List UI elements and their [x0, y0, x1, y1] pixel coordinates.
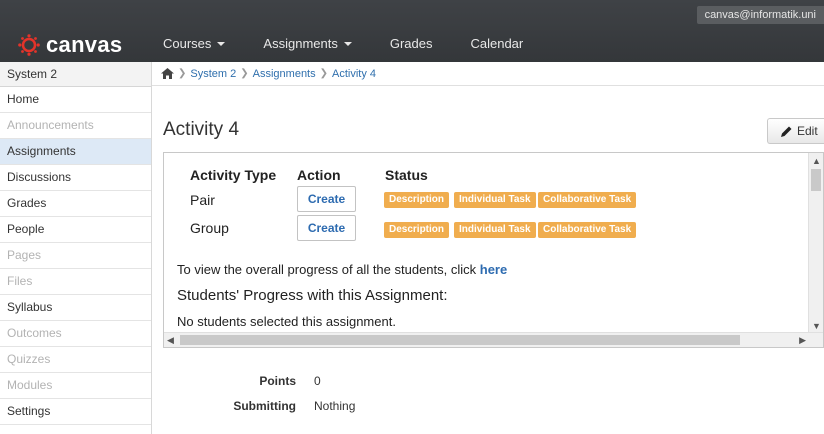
nav-grades[interactable]: Grades	[390, 36, 433, 51]
row-type-pair: Pair	[190, 192, 215, 208]
user-account-link[interactable]: canvas@informatik.uni	[696, 6, 824, 24]
sidebar-item-home[interactable]: Home	[0, 87, 151, 113]
horizontal-scroll-thumb[interactable]	[180, 335, 740, 345]
breadcrumb-assignments[interactable]: Assignments	[253, 68, 316, 80]
chevron-down-icon	[343, 41, 352, 46]
canvas-logo[interactable]: canvas	[18, 32, 123, 57]
progress-instruction-text: To view the overall progress of all the …	[177, 262, 480, 277]
breadcrumb-current[interactable]: Activity 4	[332, 68, 376, 80]
status-badge-description[interactable]: Description	[384, 192, 450, 208]
create-group-button[interactable]: Create	[297, 215, 356, 241]
sidebar-item-settings[interactable]: Settings	[0, 399, 151, 425]
nav-calendar-label: Calendar	[470, 36, 524, 51]
pencil-icon	[780, 125, 793, 138]
canvas-logo-icon	[18, 34, 40, 56]
edit-button[interactable]: Edit	[767, 118, 824, 144]
progress-instruction: To view the overall progress of all the …	[177, 262, 507, 277]
scroll-down-icon[interactable]: ▼	[812, 320, 821, 332]
status-badge-individual-task[interactable]: Individual Task	[454, 222, 536, 238]
nav-courses[interactable]: Courses	[163, 36, 226, 51]
create-pair-button[interactable]: Create	[297, 186, 356, 212]
sidebar-item-files[interactable]: Files	[0, 269, 151, 295]
sidebar-item-assignments[interactable]: Assignments	[0, 139, 151, 165]
status-badge-individual-task[interactable]: Individual Task	[454, 192, 536, 208]
sidebar-item-modules[interactable]: Modules	[0, 373, 151, 399]
activity-panel: Activity Type Action Status Pair Create …	[163, 152, 824, 348]
submitting-label: Submitting	[233, 399, 296, 413]
sidebar-item-grades[interactable]: Grades	[0, 191, 151, 217]
header-status: Status	[385, 167, 428, 183]
progress-empty-message: No students selected this assignment.	[177, 314, 396, 329]
nav-courses-label: Courses	[163, 36, 212, 51]
nav-assignments-label: Assignments	[263, 36, 338, 51]
scroll-up-icon[interactable]: ▲	[812, 155, 821, 167]
sidebar-item-outcomes[interactable]: Outcomes	[0, 321, 151, 347]
header-activity-type: Activity Type	[190, 167, 277, 183]
submitting-value: Nothing	[314, 399, 356, 413]
vertical-scrollbar[interactable]: ▲ ▼	[808, 153, 823, 334]
header-action: Action	[297, 167, 341, 183]
sidebar-item-announcements[interactable]: Announcements	[0, 113, 151, 139]
edit-button-label: Edit	[797, 124, 818, 138]
scroll-left-icon[interactable]: ◀	[167, 334, 174, 346]
home-icon[interactable]	[161, 68, 174, 79]
top-navigation-bar: canvas@informatik.uni canvas Courses Ass…	[0, 0, 824, 62]
scroll-right-icon[interactable]: ▶	[799, 334, 806, 346]
progress-heading: Students' Progress with this Assignment:	[177, 287, 448, 304]
row-type-group: Group	[190, 220, 229, 236]
nav-grades-label: Grades	[389, 36, 433, 51]
nav-calendar[interactable]: Calendar	[470, 36, 523, 51]
status-badge-description[interactable]: Description	[384, 222, 450, 238]
points-label: Points	[259, 374, 296, 388]
breadcrumb: ❯ System 2 ❯ Assignments ❯ Activity 4	[152, 62, 824, 86]
chevron-right-icon: ❯	[178, 68, 187, 79]
status-badge-collaborative-task[interactable]: Collaborative Task	[538, 222, 637, 238]
vertical-scroll-thumb[interactable]	[811, 169, 821, 191]
nav-assignments[interactable]: Assignments	[263, 36, 352, 51]
course-sidebar: System 2 Home Announcements Assignments …	[0, 62, 152, 434]
sidebar-item-quizzes[interactable]: Quizzes	[0, 347, 151, 373]
course-name[interactable]: System 2	[0, 62, 151, 87]
horizontal-scrollbar[interactable]: ◀ ▶	[164, 332, 823, 347]
sidebar-item-discussions[interactable]: Discussions	[0, 165, 151, 191]
chevron-right-icon: ❯	[240, 68, 249, 79]
global-nav: Courses Assignments Grades Calendar	[163, 36, 561, 51]
breadcrumb-course[interactable]: System 2	[190, 68, 236, 80]
points-value: 0	[314, 374, 321, 388]
chevron-right-icon: ❯	[319, 68, 329, 79]
sidebar-item-people[interactable]: People	[0, 217, 151, 243]
chevron-down-icon	[217, 41, 226, 46]
status-badge-collaborative-task[interactable]: Collaborative Task	[538, 192, 637, 208]
sidebar-item-syllabus[interactable]: Syllabus	[0, 295, 151, 321]
logo-text: canvas	[46, 32, 123, 57]
sidebar-item-pages[interactable]: Pages	[0, 243, 151, 269]
progress-here-link[interactable]: here	[480, 262, 507, 277]
page-title: Activity 4	[163, 119, 240, 140]
